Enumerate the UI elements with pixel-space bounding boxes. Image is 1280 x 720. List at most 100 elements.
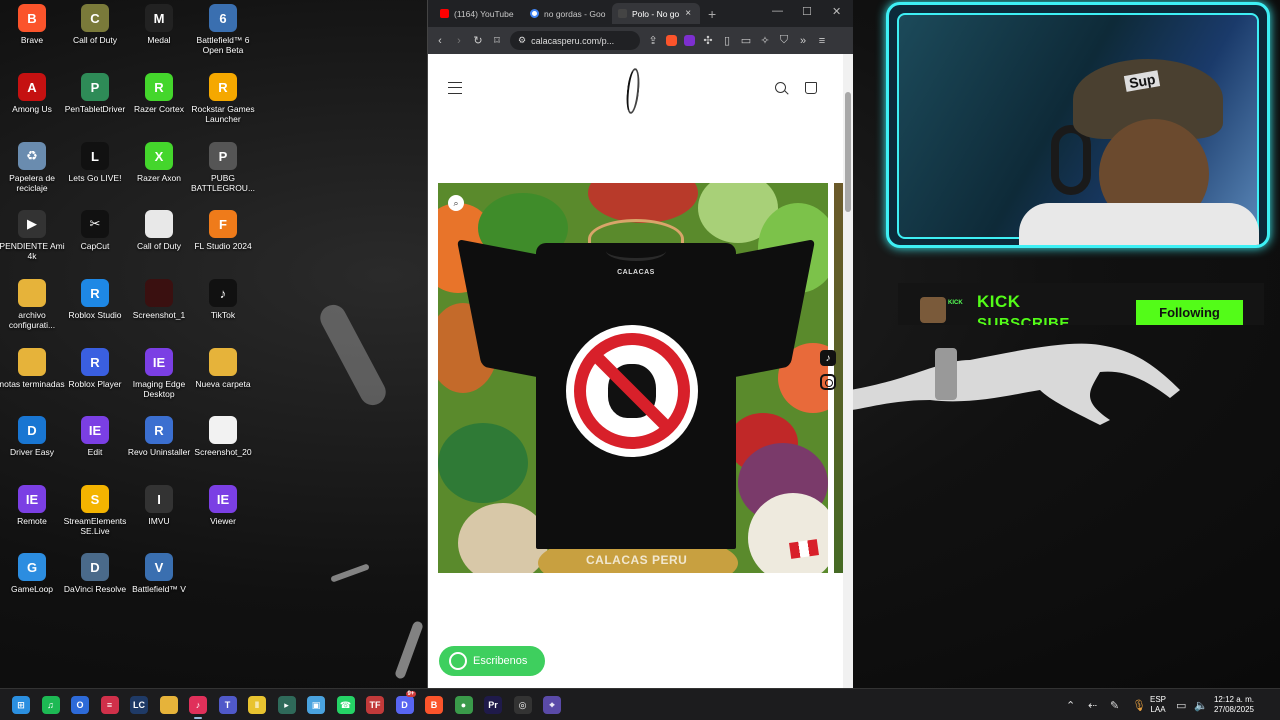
discord-icon[interactable]: D 9+ (395, 691, 417, 714)
minimize-icon[interactable]: — (772, 5, 783, 17)
desktop-shortcut[interactable]: Nueva carpeta (191, 348, 255, 389)
desktop-shortcut[interactable]: ♪ TikTok (191, 279, 255, 320)
gamepad-icon[interactable]: ⌖ (543, 696, 561, 714)
whatsapp-chat-button[interactable]: Escribenos (439, 646, 545, 676)
desktop-shortcut[interactable]: Screenshot_1 (127, 279, 191, 320)
site-info-icon[interactable]: ⚙ (518, 35, 526, 46)
desktop-shortcut[interactable]: S StreamElements SE.Live (63, 485, 127, 536)
app-blue-round-icon[interactable]: O (71, 696, 89, 714)
desktop-shortcut[interactable]: C Call of Duty (63, 4, 127, 45)
tiktok-icon[interactable]: ♪ (820, 350, 836, 366)
desktop-shortcut[interactable]: notas terminadas (0, 348, 65, 389)
spotify-icon[interactable]: ♫ (41, 696, 60, 714)
pen-icon[interactable]: ✎ (1110, 699, 1119, 712)
app-box-icon[interactable]: ▣ (307, 696, 325, 714)
leo-ai-icon[interactable]: ✧ (759, 34, 771, 47)
app-lc-icon[interactable]: LC (130, 696, 148, 714)
tab-youtube[interactable]: (1164) YouTube (434, 3, 524, 24)
cart-icon[interactable] (805, 82, 817, 94)
brave-icon[interactable]: B (425, 696, 443, 714)
desktop-shortcut[interactable]: IE Edit (63, 416, 127, 457)
chevron-up-icon[interactable]: ⌃ (1066, 699, 1075, 712)
product-image[interactable]: ⌕ CALACAS CALACAS PERU (438, 183, 828, 573)
language-indicator[interactable]: ESP LAA (1148, 695, 1168, 715)
hamburger-menu-icon[interactable] (448, 82, 462, 94)
vpn-icon[interactable]: ⛉ (778, 34, 790, 47)
desktop-shortcut[interactable]: IE Imaging Edge Desktop (127, 348, 191, 399)
desktop-shortcut[interactable]: P PenTabletDriver (63, 73, 127, 114)
app-green-arrow-icon[interactable]: ▸ (277, 696, 296, 714)
share-icon[interactable]: ⇪ (647, 34, 659, 47)
desktop-shortcut[interactable]: R Razer Cortex (127, 73, 191, 114)
instagram-icon[interactable] (820, 374, 836, 390)
tiktok-app-icon[interactable]: ♪ (189, 696, 207, 719)
reload-icon[interactable]: ↻ (472, 34, 484, 47)
desktop-shortcut[interactable]: 6 Battlefield™ 6 Open Beta (191, 4, 255, 55)
app-red-stripes-icon[interactable]: ≡ (100, 696, 119, 714)
desktop-shortcut[interactable]: R Roblox Player (63, 348, 127, 389)
desktop-shortcut[interactable]: ✂ CapCut (63, 210, 127, 251)
url-field[interactable]: ⚙ calacasperu.com/p... (510, 31, 640, 50)
display-icon[interactable]: ▭ (1176, 699, 1186, 712)
app-tf-icon[interactable]: TF (366, 696, 384, 714)
microphone-icon[interactable]: 🎙 (1132, 699, 1146, 712)
chrome-icon[interactable]: ● (454, 696, 473, 714)
search-icon[interactable] (775, 82, 786, 93)
menu-icon[interactable]: ≡ (816, 35, 828, 47)
desktop-shortcut[interactable]: B Brave (0, 4, 64, 45)
razer-cortex-icon: R (145, 73, 173, 101)
page-scrollbar[interactable] (843, 54, 853, 690)
app-yellow-bars-icon[interactable]: ‖ (248, 696, 266, 714)
windows-start-icon[interactable]: ⊞ (12, 696, 30, 714)
network-arrow-icon[interactable]: ⇠ (1088, 699, 1097, 712)
desktop-shortcut[interactable]: Screenshot_20 (191, 416, 255, 457)
desktop-shortcut[interactable]: D DaVinci Resolve (63, 553, 127, 594)
desktop-shortcut[interactable]: F FL Studio 2024 (191, 210, 255, 251)
desktop-shortcut[interactable]: R Roblox Studio (63, 279, 127, 320)
desktop-shortcut[interactable]: X Razer Axon (127, 142, 191, 183)
clock[interactable]: 12:12 a. m. 27/08/2025 (1206, 695, 1262, 715)
calacas-logo[interactable] (624, 67, 642, 115)
whatsapp-icon[interactable]: ☎ (336, 696, 355, 714)
bookmark-icon[interactable]: ⌑ (491, 34, 503, 47)
obs-icon[interactable]: ◎ (513, 696, 532, 714)
back-icon[interactable]: ‹ (434, 35, 446, 47)
close-window-icon[interactable]: ✕ (832, 5, 841, 18)
desktop-shortcut[interactable]: G GameLoop (0, 553, 64, 594)
following-button[interactable]: Following (1136, 300, 1243, 325)
sidebar-icon[interactable]: ▯ (721, 34, 733, 47)
desktop-shortcut[interactable]: R Revo Uninstaller (127, 416, 191, 457)
desktop-shortcut[interactable]: A Among Us (0, 73, 64, 114)
maximize-icon[interactable]: ☐ (802, 5, 812, 18)
desktop-shortcut[interactable]: V Battlefield™ V (127, 553, 191, 594)
premiere-pro-icon[interactable]: Pr (484, 696, 502, 714)
teams-icon[interactable]: T (218, 696, 237, 714)
close-tab-icon[interactable]: × (685, 8, 691, 19)
desktop-shortcut[interactable]: ▶ PENDIENTE Ami 4k (0, 210, 65, 261)
desktop-shortcut[interactable]: L Lets Go LIVE! (63, 142, 127, 183)
new-tab-button[interactable]: + (708, 6, 716, 22)
scrollbar-thumb[interactable] (845, 92, 851, 212)
desktop-shortcut[interactable]: M Medal (127, 4, 191, 45)
desktop-shortcut[interactable]: Call of Duty (127, 210, 191, 251)
zoom-icon[interactable]: ⌕ (448, 195, 464, 211)
desktop-shortcut[interactable]: D Driver Easy (0, 416, 64, 457)
desktop-shortcut[interactable]: R Rockstar Games Launcher (191, 73, 255, 124)
wallet-icon[interactable]: ▭ (740, 34, 752, 47)
image-file-icon (145, 279, 173, 307)
desktop-shortcut[interactable]: IE Remote (0, 485, 64, 526)
desktop-shortcut[interactable]: ♻ Papelera de reciclaje (0, 142, 64, 193)
forward-icon[interactable]: › (453, 35, 465, 47)
desktop-shortcut[interactable]: archivo configurati... (0, 279, 64, 330)
file-explorer-icon[interactable] (159, 696, 178, 714)
tab-google[interactable]: no gordas - Goo (524, 3, 612, 24)
desktop-shortcut[interactable]: I IMVU (127, 485, 191, 526)
extensions-icon[interactable]: ✣ (702, 34, 714, 47)
desktop-shortcut[interactable]: IE Viewer (191, 485, 255, 526)
brave-rewards-icon[interactable] (684, 35, 695, 46)
brave-shields-icon[interactable] (666, 35, 677, 46)
tab-calacas[interactable]: Polo - No go × (612, 3, 700, 24)
more-tools-icon[interactable]: » (797, 35, 809, 47)
address-bar: ‹ › ↻ ⌑ ⚙ calacasperu.com/p... ⇪ ✣ ▯ ▭ ✧… (428, 27, 853, 54)
desktop-shortcut[interactable]: P PUBG BATTLEGROU... (191, 142, 255, 193)
